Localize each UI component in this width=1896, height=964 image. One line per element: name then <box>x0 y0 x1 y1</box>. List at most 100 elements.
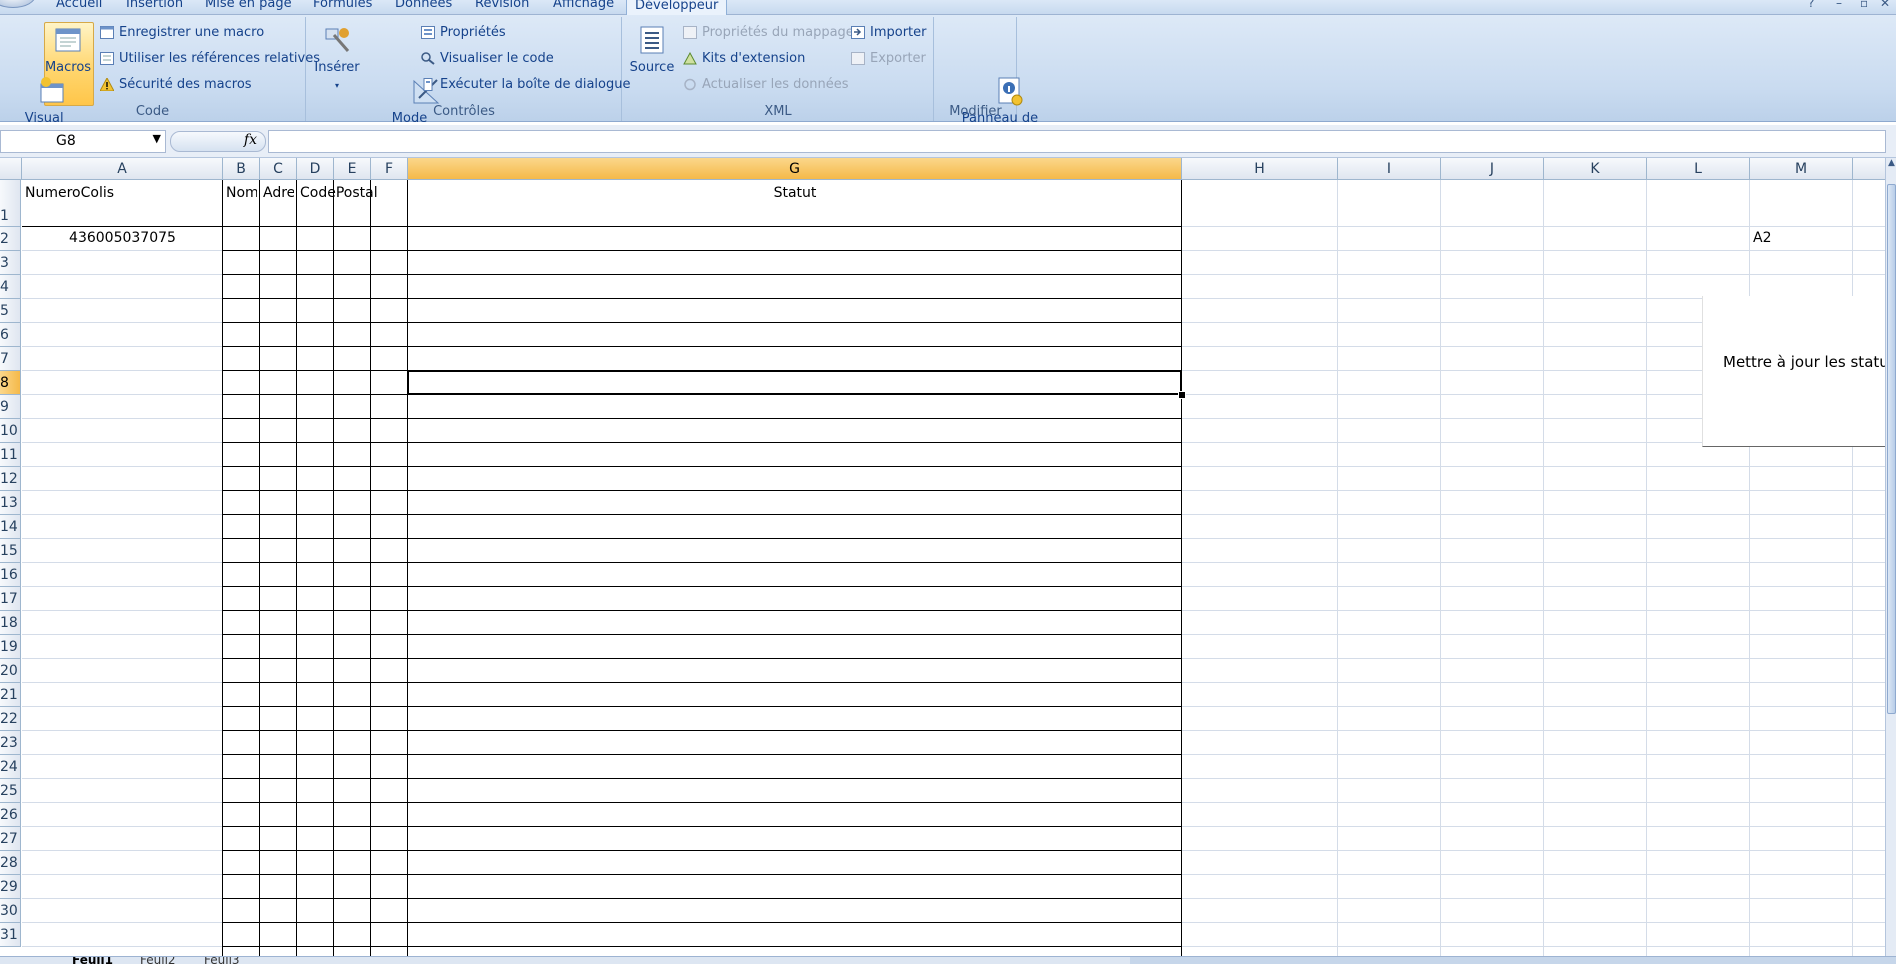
row-header-10[interactable]: 10 <box>0 419 21 443</box>
expansion-packs-button[interactable]: Kits d'extension <box>683 51 805 66</box>
map-properties-button[interactable]: Propriétés du mappage <box>683 25 854 40</box>
table-border <box>222 274 1182 275</box>
row-header-8[interactable]: 8 <box>0 371 21 395</box>
record-macro-button[interactable]: Enregistrer une macro <box>100 25 264 40</box>
row-header-31[interactable]: 31 <box>0 923 21 947</box>
run-dialog-button[interactable]: Exécuter la boîte de dialogue <box>421 77 631 92</box>
row-header-14[interactable]: 14 <box>0 515 21 539</box>
row-header-16[interactable]: 16 <box>0 563 21 587</box>
table-border <box>1181 180 1182 956</box>
tab-formules[interactable]: Formules <box>313 0 372 11</box>
formula-input[interactable] <box>268 130 1886 153</box>
row-header-9[interactable]: 9 <box>0 395 21 419</box>
cell-g1[interactable]: Statut <box>411 185 1179 201</box>
tab-insertion[interactable]: Insertion <box>126 0 183 11</box>
column-header-h[interactable]: H <box>1182 158 1338 180</box>
row-header-29[interactable]: 29 <box>0 875 21 899</box>
row-header-1[interactable]: 1 <box>0 180 21 227</box>
cell-a2[interactable]: 436005037075 <box>25 230 220 246</box>
row-header-11[interactable]: 11 <box>0 443 21 467</box>
insert-function-button[interactable]: fx <box>170 131 266 152</box>
tab-revision[interactable]: Révision <box>475 0 529 11</box>
tab-mise-en-page[interactable]: Mise en page <box>205 0 292 11</box>
chevron-down-icon[interactable]: ▼ <box>153 132 161 145</box>
export-button[interactable]: Exporter <box>851 51 926 66</box>
minimize-icon[interactable]: – <box>1836 0 1842 10</box>
macros-button[interactable]: Macros <box>44 25 92 76</box>
insert-control-button[interactable]: Insérer ▾ <box>311 25 363 94</box>
restore-icon[interactable]: ▫ <box>1860 0 1868 10</box>
column-header-c[interactable]: C <box>260 158 297 180</box>
view-code-button[interactable]: Visualiser le code <box>421 51 554 66</box>
row-header-24[interactable]: 24 <box>0 755 21 779</box>
name-box[interactable]: G8 ▼ <box>0 130 166 153</box>
macro-security-button[interactable]: Sécurité des macros <box>99 76 252 92</box>
column-header-m[interactable]: M <box>1750 158 1853 180</box>
tab-developpeur[interactable]: Développeur <box>626 0 728 15</box>
import-button[interactable]: Importer <box>851 25 927 40</box>
fill-handle[interactable] <box>1178 391 1186 399</box>
column-header-l[interactable]: L <box>1647 158 1750 180</box>
column-header-i[interactable]: I <box>1338 158 1441 180</box>
table-border <box>222 418 1182 419</box>
macros-icon <box>53 25 83 55</box>
row-header-25[interactable]: 25 <box>0 779 21 803</box>
table-border <box>222 180 223 956</box>
update-status-button[interactable]: Mettre à jour les statut <box>1702 296 1896 447</box>
refresh-data-button[interactable]: Actualiser les données <box>683 77 849 92</box>
row-header-4[interactable]: 4 <box>0 275 21 299</box>
cell-c1[interactable]: Adre <box>263 185 294 201</box>
active-cell[interactable] <box>407 370 1182 395</box>
row-header-23[interactable]: 23 <box>0 731 21 755</box>
table-border <box>222 634 1182 635</box>
row-header-17[interactable]: 17 <box>0 587 21 611</box>
cell-a1[interactable]: NumeroColis <box>25 185 220 201</box>
properties-button[interactable]: Propriétés <box>421 25 506 40</box>
worksheet-grid[interactable]: A B C D E F G H I J K L M 1 2 3 4 5 6 7 8 9 10 11 12 13 14 15 16 17 18… <box>0 158 1885 956</box>
select-all-corner[interactable] <box>0 158 22 180</box>
row-header-2[interactable]: 2 <box>0 227 21 251</box>
column-header-g[interactable]: G <box>408 158 1182 180</box>
column-header-a[interactable]: A <box>22 158 223 180</box>
tab-accueil[interactable]: Accueil <box>56 0 102 11</box>
column-header-b[interactable]: B <box>223 158 260 180</box>
row-header-6[interactable]: 6 <box>0 323 21 347</box>
tab-affichage[interactable]: Affichage <box>553 0 614 11</box>
row-header-28[interactable]: 28 <box>0 851 21 875</box>
row-header-15[interactable]: 15 <box>0 539 21 563</box>
row-header-13[interactable]: 13 <box>0 491 21 515</box>
help-icon[interactable]: ? <box>1808 0 1814 10</box>
column-header-e[interactable]: E <box>334 158 371 180</box>
row-header-3[interactable]: 3 <box>0 251 21 275</box>
column-header-j[interactable]: J <box>1441 158 1544 180</box>
vertical-scroll-thumb[interactable] <box>1887 184 1896 714</box>
office-button[interactable] <box>0 0 36 8</box>
row-header-20[interactable]: 20 <box>0 659 21 683</box>
relative-references-button[interactable]: Utiliser les références relatives <box>100 51 320 66</box>
cell-m2[interactable]: A2 <box>1753 230 1850 246</box>
row-header-18[interactable]: 18 <box>0 611 21 635</box>
xml-source-button[interactable]: Source <box>627 25 677 76</box>
cell-b1[interactable]: Nom <box>226 185 257 201</box>
formula-bar: G8 ▼ fx <box>0 125 1896 158</box>
vertical-scrollbar[interactable]: ▲ <box>1885 158 1896 956</box>
row-header-27[interactable]: 27 <box>0 827 21 851</box>
scroll-up-icon[interactable]: ▲ <box>1886 158 1896 170</box>
column-header-f[interactable]: F <box>371 158 408 180</box>
cell-d1[interactable]: CodePostal <box>300 185 405 201</box>
row-header-5[interactable]: 5 <box>0 299 21 323</box>
row-header-21[interactable]: 21 <box>0 683 21 707</box>
run-dialog-label: Exécuter la boîte de dialogue <box>440 77 631 92</box>
row-header-12[interactable]: 12 <box>0 467 21 491</box>
row-header-7[interactable]: 7 <box>0 347 21 371</box>
row-header-30[interactable]: 30 <box>0 899 21 923</box>
row-header-19[interactable]: 19 <box>0 635 21 659</box>
column-header-k[interactable]: K <box>1544 158 1647 180</box>
close-icon[interactable]: ✕ <box>1880 0 1890 10</box>
column-header-d[interactable]: D <box>297 158 334 180</box>
row-header-26[interactable]: 26 <box>0 803 21 827</box>
tab-donnees[interactable]: Données <box>395 0 452 11</box>
row-header-22[interactable]: 22 <box>0 707 21 731</box>
table-border <box>407 180 408 956</box>
column-header-n[interactable] <box>1853 158 1885 180</box>
